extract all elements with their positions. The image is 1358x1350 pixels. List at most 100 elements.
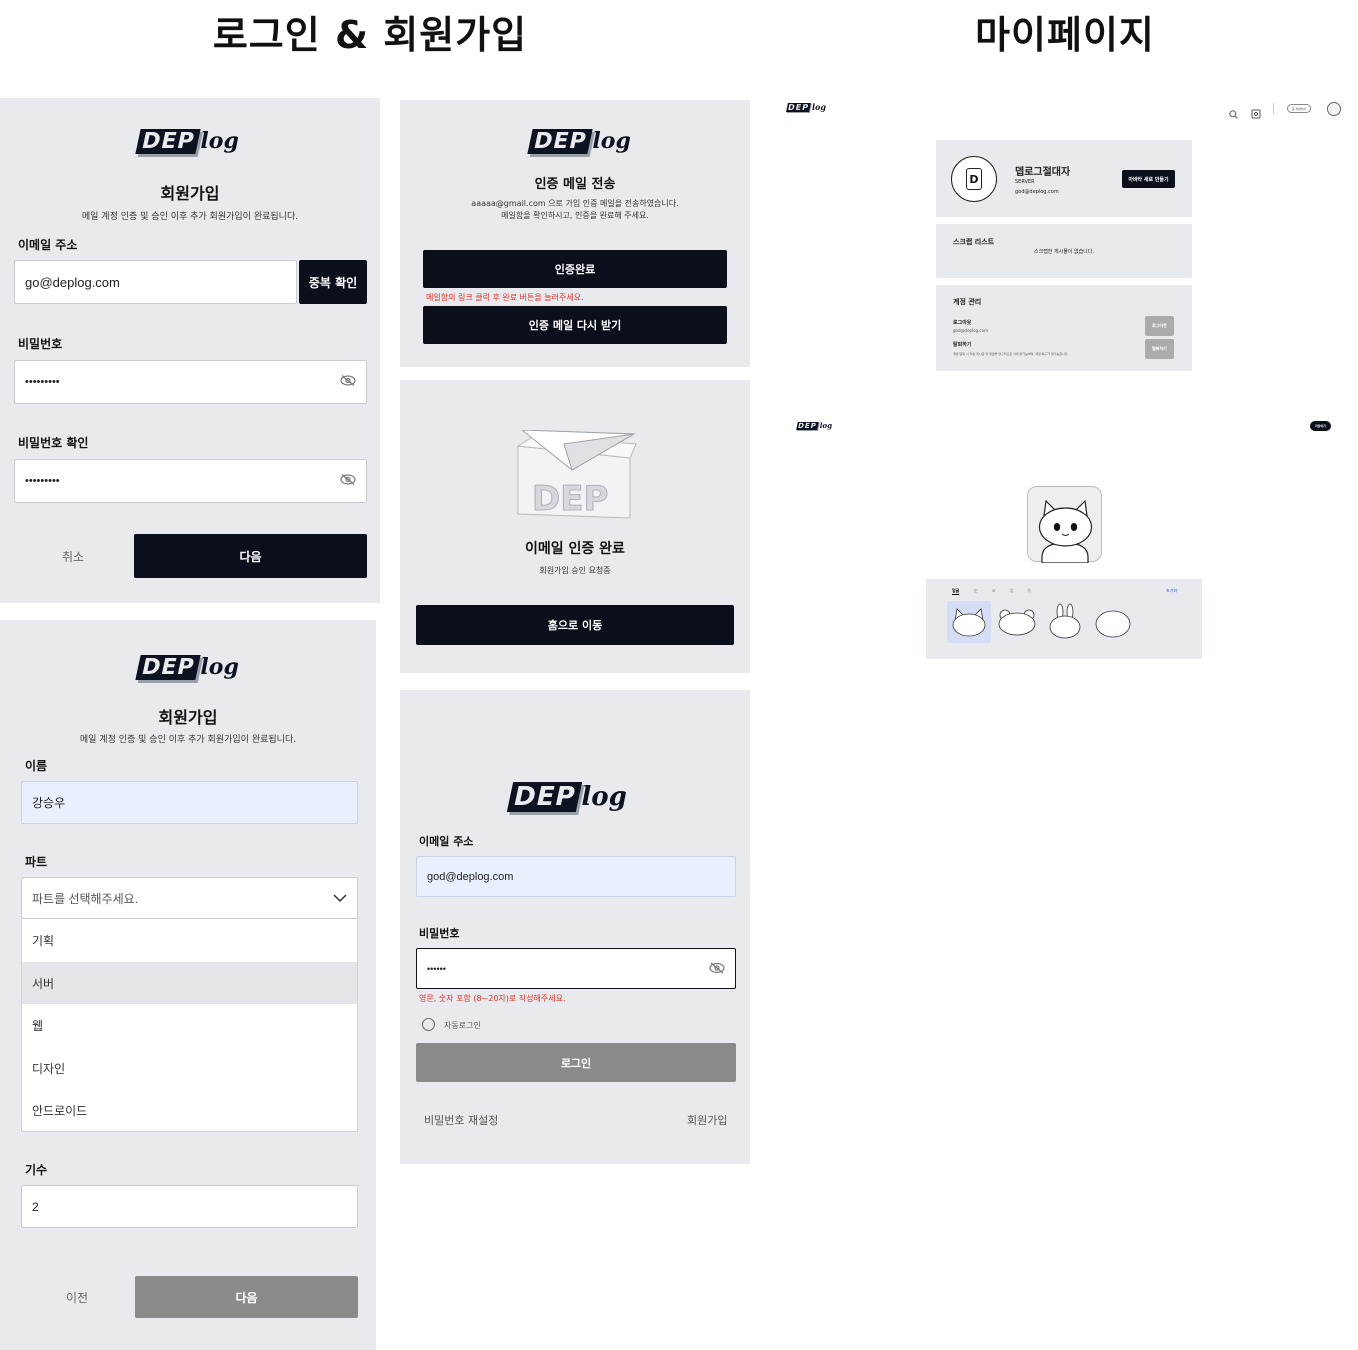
email-verified-subtitle: 회원가입 승인 요청중 bbox=[539, 566, 611, 575]
search-icon[interactable] bbox=[1229, 104, 1238, 123]
part-select[interactable]: 파트를 선택해주세요. bbox=[21, 877, 358, 919]
email-label: 이메일 주소 bbox=[419, 835, 474, 848]
face-option-bear[interactable] bbox=[995, 601, 1039, 643]
rabbit-face-icon bbox=[1049, 603, 1081, 639]
tab-eyes[interactable]: 눈 bbox=[974, 588, 978, 594]
eye-off-icon[interactable] bbox=[340, 474, 356, 489]
scrap-list-title: 스크랩 리스트 bbox=[953, 238, 995, 246]
logo-suffix: log bbox=[200, 128, 239, 154]
prev-button[interactable]: 이전 bbox=[21, 1276, 133, 1318]
eye-off-icon[interactable] bbox=[709, 962, 725, 976]
page-subtitle: 메일 계정 인증 및 승인 이후 추가 회원가입이 완료됩니다. bbox=[79, 735, 297, 745]
logo-block: DEP bbox=[786, 103, 811, 112]
password-field[interactable]: •••••• bbox=[416, 948, 736, 989]
password-error-text: 영문, 숫자 포함 (8~20자)로 작성해주세요. bbox=[419, 994, 566, 1003]
logo-block: DEP bbox=[527, 129, 594, 154]
new-avatar-button[interactable]: 아바타 새로 만들기 bbox=[1122, 170, 1175, 188]
logo-block: DEP bbox=[506, 782, 583, 812]
header-logo[interactable]: DEP log bbox=[786, 102, 826, 112]
reset-password-link[interactable]: 비밀번호 재설정 bbox=[424, 1112, 498, 1128]
verify-error-text: 메일함의 링크 클릭 후 완료 버튼을 눌러주세요. bbox=[426, 293, 584, 302]
account-title: 계정 관리 bbox=[953, 298, 982, 306]
withdraw-label: 탈퇴하기 bbox=[953, 342, 972, 348]
avatar-parts-panel: 얼굴 눈 코 입 귀 초기화 bbox=[926, 579, 1202, 659]
chevron-down-icon bbox=[333, 892, 347, 906]
logo-block: DEP bbox=[135, 655, 202, 680]
email-verified-title: 이메일 인증 완료 bbox=[525, 541, 625, 557]
dup-check-button[interactable]: 중복 확인 bbox=[299, 260, 367, 304]
email-sent-panel: DEP log 인증 메일 전송 aaaaa@gmail.com 으로 가입 인증… bbox=[400, 100, 750, 367]
deplog-logo: DEP log bbox=[506, 782, 627, 812]
name-label: 이름 bbox=[25, 759, 48, 773]
account-management-card: 계정 관리 로그아웃 god@deplog.com 로그아웃 탈퇴하기 계정 탈… bbox=[936, 285, 1192, 371]
auto-login-radio[interactable] bbox=[422, 1018, 435, 1031]
password-confirm-field[interactable]: ••••••••• bbox=[14, 459, 367, 503]
logout-button[interactable]: 로그아웃 bbox=[1145, 316, 1174, 336]
next-button[interactable]: 다음 bbox=[135, 1276, 358, 1318]
verify-complete-button[interactable]: 인증완료 bbox=[423, 250, 727, 288]
password-label: 비밀번호 bbox=[18, 337, 63, 351]
tab-nose[interactable]: 코 bbox=[992, 588, 996, 594]
logout-email: god@deplog.com bbox=[953, 328, 988, 333]
go-home-button[interactable]: 홈으로 이동 bbox=[416, 605, 734, 645]
svg-text:DEP: DEP bbox=[532, 479, 608, 519]
bookmark-icon[interactable] bbox=[1251, 104, 1261, 123]
password-confirm-label: 비밀번호 확인 bbox=[18, 436, 89, 450]
logo-suffix: log bbox=[811, 102, 826, 112]
face-option-rabbit[interactable] bbox=[1043, 601, 1087, 643]
tab-face[interactable]: 얼굴 bbox=[952, 588, 960, 595]
save-avatar-button[interactable]: 저장하기 bbox=[1310, 421, 1331, 431]
face-option-round[interactable] bbox=[1091, 601, 1135, 643]
email-sent-desc-line1: aaaaa@gmail.com 으로 가입 인증 메일을 전송하였습니다. bbox=[471, 199, 679, 208]
generation-label: 기수 bbox=[25, 1163, 48, 1177]
cat-avatar-icon bbox=[1038, 499, 1093, 564]
header-logo[interactable]: DEP log bbox=[796, 421, 832, 430]
bear-face-icon bbox=[998, 609, 1036, 636]
generation-field[interactable]: 2 bbox=[21, 1185, 358, 1228]
email-field[interactable]: go@deplog.com bbox=[14, 260, 297, 304]
email-label: 이메일 주소 bbox=[18, 238, 78, 252]
email-field[interactable]: god@deplog.com bbox=[416, 856, 736, 897]
name-field[interactable]: 강승우 bbox=[21, 781, 358, 824]
tab-ears[interactable]: 귀 bbox=[1027, 588, 1031, 594]
part-option[interactable]: 안드로이드 bbox=[21, 1089, 358, 1132]
part-option[interactable]: 기획 bbox=[21, 919, 358, 962]
part-placeholder: 파트를 선택해주세요. bbox=[32, 891, 139, 906]
next-button[interactable]: 다음 bbox=[134, 534, 367, 578]
scrap-empty-text: 스크랩한 게시물이 없습니다. bbox=[1034, 249, 1094, 255]
login-button[interactable]: 로그인 bbox=[416, 1043, 736, 1082]
tab-mouth[interactable]: 입 bbox=[1010, 588, 1014, 594]
password-field[interactable]: ••••••••• bbox=[14, 360, 367, 404]
profile-email: god@deplog.com bbox=[1015, 189, 1059, 195]
part-option-selected[interactable]: 서버 bbox=[21, 962, 358, 1004]
auto-login-label: 자동로그인 bbox=[444, 1021, 481, 1030]
login-panel: DEP log 이메일 주소 god@deplog.com 비밀번호 ••••••… bbox=[400, 690, 750, 1164]
user-avatar-icon[interactable] bbox=[1327, 102, 1341, 116]
logo-suffix: log bbox=[819, 421, 832, 430]
avatar-letter: D bbox=[966, 168, 982, 190]
logo-suffix: log bbox=[581, 782, 627, 812]
section-title-mypage: 마이페이지 bbox=[975, 13, 1155, 57]
logo-block: DEP bbox=[135, 129, 202, 154]
write-post-button[interactable]: 글 작성하기 bbox=[1287, 104, 1311, 113]
page-title: 회원가입 bbox=[160, 184, 220, 203]
cat-face-icon bbox=[952, 608, 986, 637]
eye-off-icon[interactable] bbox=[340, 375, 356, 390]
face-option-cat[interactable] bbox=[947, 601, 991, 643]
deplog-logo: DEP log bbox=[135, 128, 239, 154]
logo-block: DEP bbox=[796, 422, 819, 430]
part-label: 파트 bbox=[25, 855, 48, 869]
signup-link[interactable]: 회원가입 bbox=[687, 1112, 727, 1128]
resend-email-button[interactable]: 인증 메일 다시 받기 bbox=[423, 306, 727, 344]
email-sent-desc-line2: 메일함을 확인하시고, 인증을 완료해 주세요. bbox=[501, 211, 649, 220]
logo-suffix: log bbox=[200, 654, 239, 680]
page-title: 회원가입 bbox=[158, 708, 218, 727]
part-option[interactable]: 웹 bbox=[21, 1004, 358, 1047]
password-value: •••••• bbox=[427, 963, 446, 974]
reset-link[interactable]: 초기화 bbox=[1166, 588, 1177, 594]
profile-name: 뎁로그절대자 bbox=[1015, 167, 1071, 178]
withdraw-button[interactable]: 탈퇴하기 bbox=[1145, 339, 1174, 359]
header-divider bbox=[1273, 103, 1274, 114]
cancel-button[interactable]: 취소 bbox=[14, 534, 132, 578]
part-option[interactable]: 디자인 bbox=[21, 1047, 358, 1089]
